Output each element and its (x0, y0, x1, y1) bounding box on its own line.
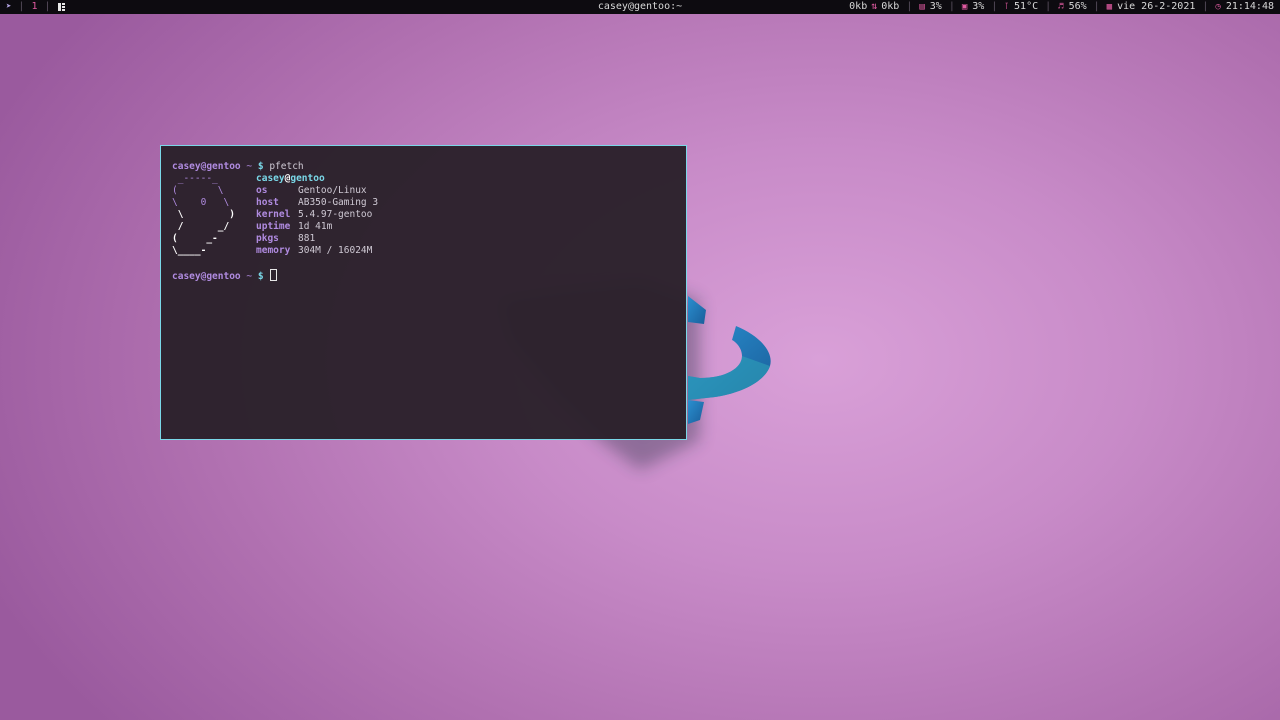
fetch-info-memory: memory 304M / 16024M (256, 245, 372, 257)
ascii-art-line: ( _- (172, 233, 218, 244)
prompt-symbol: $ (257, 161, 264, 172)
layout-icon[interactable] (57, 3, 65, 11)
command-line: casey@gentoo ~ $ pfetch (172, 161, 675, 173)
ascii-art-line: \ 0 \ (172, 197, 230, 208)
prompt-user: casey@gentoo (172, 271, 241, 282)
cpu-icon: ▣ (961, 2, 968, 12)
net-down-value: 0kb (849, 1, 868, 12)
fetch-title: casey@gentoo (256, 173, 325, 185)
separator: | (1093, 1, 1100, 12)
separator: | (18, 1, 25, 12)
launcher-icon[interactable]: ➤ (6, 0, 11, 14)
ascii-art-line: \ ) (172, 209, 235, 220)
text-cursor (270, 269, 278, 281)
command-text: pfetch (269, 161, 304, 172)
time-value: 21:14:48 (1225, 1, 1274, 12)
info-value: 5.4.97-gentoo (298, 209, 373, 220)
info-label: kernel (256, 209, 291, 220)
cpu-module: ▣ 3% (962, 0, 984, 14)
temperature-value: 51°C (1014, 1, 1039, 12)
ascii-art-line: \____- (172, 245, 207, 256)
workspace-1[interactable]: 1 (31, 0, 37, 14)
fetch-info-kernel: kernel 5.4.97-gentoo (256, 209, 372, 221)
prompt-symbol: $ (257, 271, 264, 282)
info-label: os (256, 185, 268, 196)
cpu-value: 3% (972, 1, 985, 12)
info-value: 304M / 16024M (298, 245, 373, 256)
memory-value: 3% (929, 1, 942, 12)
fetch-info-uptime: uptime 1d 41m (256, 221, 332, 233)
volume-module[interactable]: ♬ 56% (1058, 0, 1086, 14)
prompt-user: casey@gentoo (172, 161, 241, 172)
ascii-art-line: _-----_ (172, 173, 218, 184)
window-title: casey@gentoo:~ (597, 1, 683, 12)
info-label: uptime (256, 221, 291, 232)
fetch-info-pkgs: pkgs 881 (256, 233, 315, 245)
top-bar-left: ➤ | 1 | (6, 0, 65, 14)
calendar-icon: ▦ (1106, 2, 1113, 12)
info-value: 881 (298, 233, 316, 244)
speaker-icon: ♬ (1058, 2, 1064, 12)
separator: | (44, 1, 51, 12)
separator: | (948, 1, 955, 12)
net-up-value: 0kb (881, 1, 900, 12)
date-value: vie 26-2-2021 (1117, 1, 1196, 12)
ascii-art-line: ( \ (172, 185, 224, 196)
prompt-dir: ~ (246, 161, 253, 172)
fetch-row: ( \ os Gentoo/Linux (172, 185, 675, 197)
memory-icon: ▤ (919, 2, 925, 12)
clock-module: ◷ 21:14:48 (1215, 0, 1274, 14)
fetch-title-host: gentoo (290, 173, 325, 184)
separator: | (906, 1, 913, 12)
fetch-row: \ 0 \ host AB350-Gaming 3 (172, 197, 675, 209)
info-label: host (256, 197, 279, 208)
fetch-info-host: host AB350-Gaming 3 (256, 197, 378, 209)
separator: | (991, 1, 998, 12)
fetch-row: _-----_ casey@gentoo (172, 173, 675, 185)
fetch-title-user: casey (256, 173, 285, 184)
clock-icon: ◷ (1215, 2, 1221, 12)
info-value: 1d 41m (298, 221, 333, 232)
net-updown-icon: ⇅ (871, 1, 878, 12)
separator: | (1202, 1, 1209, 12)
top-bar-right: 0kb ⇅ 0kb | ▤ 3% | ▣ 3% | ⊺ 51°C | ♬ 56%… (849, 0, 1274, 14)
fetch-info-os: os Gentoo/Linux (256, 185, 367, 197)
thermometer-icon: ⊺ (1004, 2, 1010, 12)
ascii-art-line: / _/ (172, 221, 230, 232)
top-bar: ➤ | 1 | casey@gentoo:~ 0kb ⇅ 0kb | ▤ 3% … (0, 0, 1280, 14)
info-label: memory (256, 245, 291, 256)
temperature-module: ⊺ 51°C (1004, 0, 1038, 14)
date-module: ▦ vie 26-2-2021 (1107, 0, 1196, 14)
prompt-dir: ~ (246, 271, 253, 282)
fetch-row: / _/ uptime 1d 41m (172, 221, 675, 233)
terminal-window[interactable]: casey@gentoo ~ $ pfetch _-----_ casey@ge… (160, 145, 687, 440)
active-prompt-line[interactable]: casey@gentoo ~ $ (172, 269, 675, 282)
volume-value: 56% (1068, 1, 1087, 12)
info-value: AB350-Gaming 3 (298, 197, 379, 208)
fetch-row: \ ) kernel 5.4.97-gentoo (172, 209, 675, 221)
info-value: Gentoo/Linux (298, 185, 367, 196)
fetch-row: ( _- pkgs 881 (172, 233, 675, 245)
memory-module: ▤ 3% (919, 0, 941, 14)
separator: | (1045, 1, 1052, 12)
info-label: pkgs (256, 233, 279, 244)
fetch-row: \____- memory 304M / 16024M (172, 245, 675, 257)
network-module: 0kb ⇅ 0kb (849, 0, 899, 14)
